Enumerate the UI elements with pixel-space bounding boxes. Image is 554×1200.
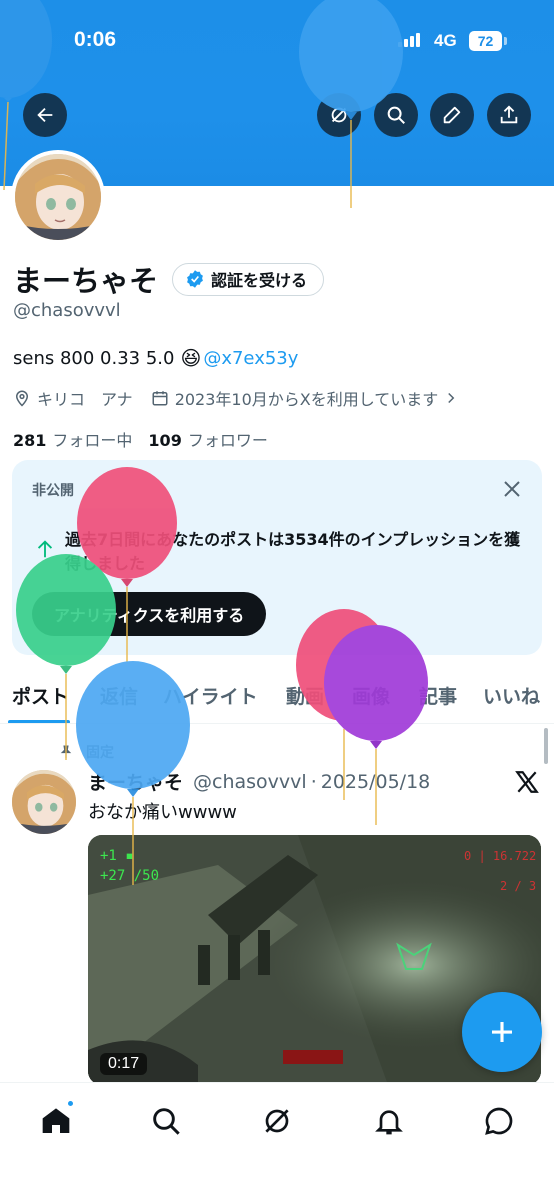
bottom-navigation <box>0 1082 554 1200</box>
profile-tabs: ポスト 返信 ハイライト 動画 画像 記事 いいね <box>0 670 554 724</box>
svg-text:+1 ▪: +1 ▪ <box>100 848 134 864</box>
share-button[interactable] <box>487 93 531 137</box>
profile-location: キリコ アナ <box>37 390 133 409</box>
nav-messages[interactable] <box>479 1101 519 1141</box>
svg-text:2 / 3: 2 / 3 <box>500 879 536 893</box>
compose-button[interactable] <box>462 992 542 1072</box>
pinned-label: 固定 <box>86 745 114 761</box>
location-icon <box>15 390 29 407</box>
verified-badge-icon <box>187 270 203 288</box>
status-bar: 0:06 4G 72 <box>0 0 554 80</box>
post-author-avatar[interactable] <box>12 770 76 834</box>
share-icon <box>500 105 518 124</box>
compose-plus-icon <box>492 1022 512 1042</box>
profile-meta: キリコ アナ 2023年10月からXを利用しています <box>13 386 466 410</box>
following-link[interactable]: 281 フォロー中 <box>13 427 132 451</box>
notifications-icon <box>375 1110 403 1135</box>
close-icon[interactable] <box>500 477 524 501</box>
pinned-indicator: 固定 <box>58 742 114 762</box>
nav-grok[interactable] <box>257 1101 297 1141</box>
tab-replies[interactable]: 返信 <box>100 682 138 709</box>
nav-notifications[interactable] <box>369 1101 409 1141</box>
grok-button[interactable] <box>317 93 361 137</box>
impression-text: 過去7日間にあなたのポストは3534件のインプレッションを獲得しました <box>65 530 521 573</box>
edit-icon <box>443 106 461 124</box>
private-analytics-card: 非公開 過去7日間にあなたのポストは3534件のインプレッションを獲得しました … <box>12 460 542 655</box>
svg-text:+27 /50: +27 /50 <box>100 868 159 884</box>
explore-icon <box>153 1108 180 1135</box>
profile-avatar[interactable] <box>11 150 105 244</box>
followers-label: フォロワー <box>187 431 268 450</box>
followers-count: 109 <box>148 431 182 450</box>
profile-follow-stats: 281 フォロー中 109 フォロワー <box>13 427 268 451</box>
post-author-name[interactable]: まーちゃそ <box>88 768 183 795</box>
home-notification-dot <box>66 1099 75 1108</box>
pin-icon <box>60 745 72 758</box>
tab-posts[interactable]: ポスト <box>12 682 69 709</box>
tab-likes[interactable]: いいね <box>483 682 540 709</box>
back-arrow-icon <box>37 107 53 123</box>
post-header: まーちゃそ @chasovvvl · 2025/05/18 <box>88 768 430 795</box>
signal-icon <box>398 33 424 47</box>
bio-emoji: 😆 <box>180 346 202 370</box>
post-separator: · <box>310 770 317 793</box>
post-text: おなか痛いwwww <box>88 802 237 823</box>
back-button[interactable] <box>23 93 67 137</box>
profile-joined-date: 2023年10月からXを利用しています <box>174 390 439 409</box>
tab-images[interactable]: 画像 <box>352 682 390 709</box>
home-icon <box>42 1108 70 1133</box>
network-type: 4G <box>434 31 457 50</box>
search-icon <box>387 106 405 124</box>
active-tab-indicator <box>8 720 70 723</box>
profile-bio: sens 800 0.33 5.0 😆 @x7ex53y <box>13 346 298 370</box>
followers-link[interactable]: 109 フォロワー <box>148 427 267 451</box>
edit-profile-button[interactable] <box>430 93 474 137</box>
calendar-icon <box>152 391 168 406</box>
post-author-handle[interactable]: @chasovvvl <box>193 771 307 793</box>
profile-name-row: まーちゃそ 認証を受ける <box>13 258 325 300</box>
status-time: 0:06 <box>74 28 117 51</box>
battery-icon: 72 <box>469 31 502 51</box>
tab-videos[interactable]: 動画 <box>286 682 324 709</box>
following-count: 281 <box>13 431 47 450</box>
grok-nav-icon <box>265 1109 289 1133</box>
bio-mention-link[interactable]: @x7ex53y <box>203 348 298 369</box>
nav-explore[interactable] <box>146 1101 186 1141</box>
scrollbar[interactable] <box>544 728 548 764</box>
video-duration: 0:17 <box>100 1053 148 1075</box>
private-label: 非公開 <box>32 483 74 499</box>
search-button[interactable] <box>374 93 418 137</box>
chevron-right-icon[interactable] <box>442 389 460 407</box>
display-name: まーちゃそ <box>13 264 159 298</box>
following-label: フォロー中 <box>52 431 133 450</box>
impression-arrow-icon <box>37 540 53 558</box>
svg-text:0 | 16.722: 0 | 16.722 <box>464 849 536 863</box>
post-date[interactable]: 2025/05/18 <box>321 771 431 793</box>
grok-icon <box>331 107 347 123</box>
x-logo-icon <box>515 771 539 793</box>
bio-text: sens 800 0.33 5.0 <box>13 347 175 369</box>
profile-handle: @chasovvvl <box>13 300 121 321</box>
tab-highlights[interactable]: ハイライト <box>163 682 258 709</box>
messages-icon <box>485 1107 513 1135</box>
get-verified-button[interactable]: 認証を受ける <box>172 262 325 296</box>
tab-articles[interactable]: 記事 <box>419 682 457 709</box>
get-verified-label: 認証を受ける <box>211 271 308 290</box>
analytics-button[interactable]: アナリティクスを利用する <box>32 592 267 636</box>
